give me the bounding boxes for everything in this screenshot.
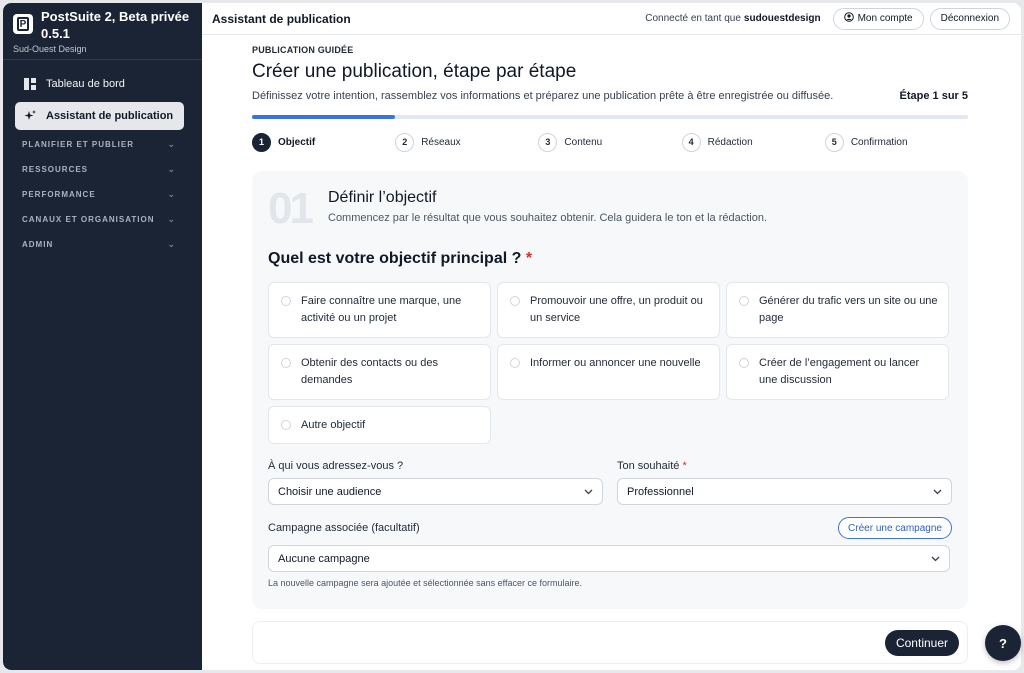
campaign-label: Campagne associée (facultatif) [268, 522, 420, 534]
page-eyebrow: PUBLICATION GUIDÉE [252, 45, 354, 55]
sidebar-group-performance[interactable]: PERFORMANCE ⌄ [3, 182, 202, 207]
user-circle-icon [843, 12, 854, 25]
page-header-title: Assistant de publication [212, 11, 351, 26]
objective-card: 01 Définir l’objectif Commencez par le r… [252, 171, 968, 609]
step-confirmation[interactable]: 5 Confirmation [824, 131, 968, 153]
app-logo-icon: P [13, 14, 33, 34]
step-networks[interactable]: 2 Réseaux [395, 131, 538, 153]
sidebar-group-resources[interactable]: RESSOURCES ⌄ [3, 157, 202, 182]
tone-select[interactable]: Professionnel [617, 478, 952, 505]
step-objective[interactable]: 1 Objectif [252, 131, 395, 153]
objective-option-promote-offer[interactable]: Promouvoir une offre, un produit ou un s… [497, 282, 720, 338]
topbar: Assistant de publication Connecté en tan… [202, 3, 1021, 35]
progress-fill [252, 115, 396, 119]
objective-option-brand-awareness[interactable]: Faire connaître une marque, une activité… [268, 282, 491, 338]
page-subrow: Définissez votre intention, rassemblez v… [252, 90, 968, 102]
objective-question: Quel est votre objectif principal ? * [268, 250, 533, 267]
radio-button[interactable] [739, 358, 749, 368]
objective-option-get-leads[interactable]: Obtenir des contacts ou des demandes [268, 344, 491, 400]
chevron-down-icon: ⌄ [167, 239, 176, 249]
campaign-hint: La nouvelle campagne sera ajoutée et sél… [268, 578, 583, 588]
sidebar-group-plan-publish[interactable]: PLANIFIER ET PUBLIER ⌄ [3, 132, 202, 157]
app-title: PostSuite 2, Beta privée 0.5.1 [41, 9, 190, 41]
card-title: Définir l’objectif [328, 189, 437, 206]
sparkle-icon [24, 110, 36, 122]
sidebar-group-channels-org[interactable]: CANAUX ET ORGANISATION ⌄ [3, 207, 202, 232]
chevron-down-icon [584, 487, 593, 497]
step-content[interactable]: 3 Contenu [538, 131, 681, 153]
required-mark: * [525, 250, 533, 267]
objective-option-other[interactable]: Autre objectif [268, 406, 491, 444]
sidebar: P PostSuite 2, Beta privée 0.5.1 Sud-Oue… [3, 3, 202, 670]
required-mark: * [682, 460, 687, 472]
sidebar-group-admin[interactable]: ADMIN ⌄ [3, 232, 202, 257]
sidebar-item-label: Tableau de bord [46, 78, 125, 90]
audience-field: À qui vous adressez-vous ? Choisir une a… [268, 460, 603, 505]
chevron-down-icon: ⌄ [167, 214, 176, 224]
wizard-content: PUBLICATION GUIDÉE Créer une publication… [252, 45, 968, 609]
sidebar-divider [3, 59, 202, 60]
objective-options: Faire connaître une marque, une activité… [268, 282, 952, 444]
page-description: Définissez votre intention, rassemblez v… [252, 90, 834, 102]
objective-option-drive-traffic[interactable]: Générer du trafic vers un site ou une pa… [726, 282, 949, 338]
audience-tone-row: À qui vous adressez-vous ? Choisir une a… [268, 460, 952, 505]
wizard-footer: Continuer [252, 621, 968, 664]
org-name: Sud-Ouest Design [13, 44, 87, 54]
sidebar-item-label: Assistant de publication [46, 110, 174, 122]
help-button[interactable]: ? [985, 625, 1021, 661]
radio-button[interactable] [281, 358, 291, 368]
objective-option-announce-news[interactable]: Informer ou annoncer une nouvelle [497, 344, 720, 400]
campaign-header: Campagne associée (facultatif) Créer une… [268, 517, 952, 539]
tone-label: Ton souhaité * [617, 460, 687, 472]
create-campaign-button[interactable]: Créer une campagne [838, 517, 952, 539]
step-number: 01 [268, 184, 314, 233]
card-description: Commencez par le résultat que vous souha… [328, 212, 768, 224]
campaign-select[interactable]: Aucune campagne [268, 545, 950, 572]
audience-select[interactable]: Choisir une audience [268, 478, 603, 505]
chevron-down-icon [931, 554, 940, 564]
step-writing[interactable]: 4 Rédaction [681, 131, 825, 153]
audience-label: À qui vous adressez-vous ? [268, 460, 404, 472]
radio-button[interactable] [510, 358, 520, 368]
account-area: Connecté en tant que sudouestdesign Mon … [645, 7, 1010, 30]
chevron-down-icon: ⌄ [167, 139, 176, 149]
chevron-down-icon: ⌄ [167, 164, 176, 174]
progress-bar [252, 115, 968, 119]
my-account-button[interactable]: Mon compte [832, 7, 924, 30]
main-area: Assistant de publication Connecté en tan… [202, 3, 1021, 670]
dashboard-icon [24, 78, 36, 90]
tone-field: Ton souhaité * Professionnel [617, 460, 952, 505]
brand: P PostSuite 2, Beta privée 0.5.1 [3, 3, 202, 41]
radio-button[interactable] [281, 296, 291, 306]
step-indicator: Étape 1 sur 5 [899, 90, 968, 102]
connected-as-text: Connecté en tant que [645, 13, 741, 24]
radio-button[interactable] [281, 420, 291, 430]
page-title: Créer une publication, étape par étape [252, 61, 577, 82]
sidebar-item-dashboard[interactable]: Tableau de bord [15, 70, 184, 98]
radio-button[interactable] [739, 296, 749, 306]
logout-button[interactable]: Déconnexion [929, 7, 1010, 30]
app-window: P PostSuite 2, Beta privée 0.5.1 Sud-Oue… [3, 3, 1021, 670]
chevron-down-icon [933, 487, 942, 497]
radio-button[interactable] [510, 296, 520, 306]
username: sudouestdesign [743, 13, 821, 24]
card-header: 01 Définir l’objectif Commencez par le r… [268, 183, 952, 231]
chevron-down-icon: ⌄ [167, 189, 176, 199]
stepper: 1 Objectif 2 Réseaux 3 Contenu 4 Rédacti… [252, 131, 968, 153]
objective-option-engagement[interactable]: Créer de l’engagement ou lancer une disc… [726, 344, 949, 400]
sidebar-item-publishing-assistant[interactable]: Assistant de publication [15, 102, 184, 130]
continue-button[interactable]: Continuer [884, 629, 959, 656]
